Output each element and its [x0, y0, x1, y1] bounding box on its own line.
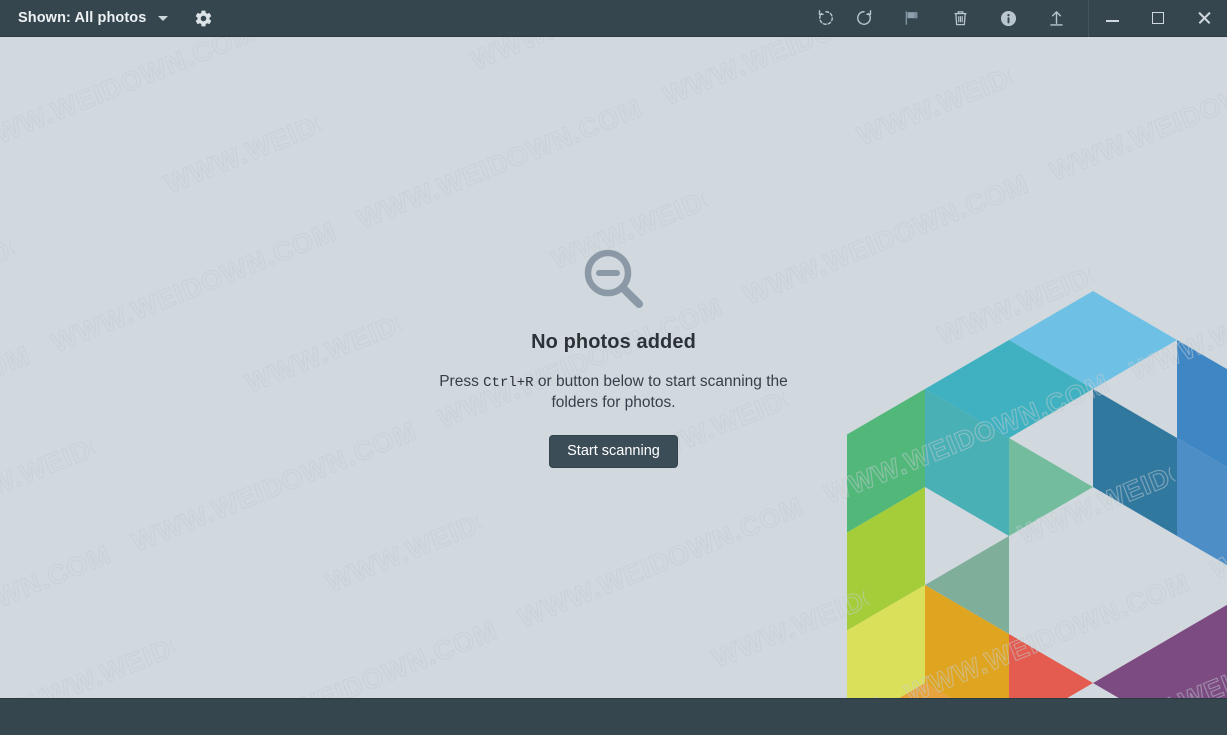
- toolbar-actions: [812, 4, 1076, 32]
- titlebar-left-group: Shown: All photos: [0, 5, 216, 31]
- rotate-right-icon: [857, 10, 872, 25]
- info-icon: [1000, 10, 1016, 26]
- rotate-right-button[interactable]: [850, 4, 878, 32]
- photo-canvas: WWW.WEIDOWN.COM WWW.WEIDOWN.COM No photo…: [0, 37, 1227, 698]
- gear-icon: [195, 10, 212, 26]
- minimize-button[interactable]: [1089, 0, 1135, 37]
- close-icon: [1197, 11, 1211, 25]
- close-button[interactable]: [1181, 0, 1227, 37]
- settings-button[interactable]: [190, 5, 216, 31]
- chevron-down-icon: [158, 16, 169, 21]
- trash-icon: [954, 10, 966, 25]
- maximize-icon: [1152, 12, 1164, 24]
- maximize-button[interactable]: [1135, 0, 1181, 37]
- shown-filter-label: Shown: All photos: [18, 9, 147, 26]
- start-scanning-button[interactable]: Start scanning: [549, 434, 678, 469]
- delete-button[interactable]: [946, 4, 974, 32]
- magnifier-minus-icon: [584, 249, 643, 308]
- info-button[interactable]: [994, 4, 1022, 32]
- status-bar: [0, 698, 1227, 735]
- application-window: Shown: All photos No photos added Press …: [0, 0, 1227, 735]
- export-button[interactable]: [1042, 4, 1070, 32]
- rotate-left-button[interactable]: [812, 4, 840, 32]
- description-prefix: Press: [439, 372, 484, 390]
- description-suffix: or button below to start scanning the fo…: [533, 372, 788, 411]
- empty-state-panel: No photos added Press Ctrl+R or button b…: [0, 37, 1227, 698]
- rotate-left-icon: [818, 10, 833, 25]
- window-controls: [1088, 0, 1227, 37]
- titlebar: Shown: All photos: [0, 0, 1227, 37]
- shown-filter-dropdown[interactable]: Shown: All photos: [14, 7, 174, 30]
- minimize-icon: [1105, 20, 1119, 22]
- flag-icon: [905, 11, 918, 25]
- empty-state-description: Press Ctrl+R or button below to start sc…: [424, 372, 804, 413]
- shortcut-key: Ctrl+R: [483, 374, 534, 391]
- empty-state-title: No photos added: [531, 330, 696, 353]
- flag-button[interactable]: [898, 4, 926, 32]
- export-icon: [1049, 10, 1063, 26]
